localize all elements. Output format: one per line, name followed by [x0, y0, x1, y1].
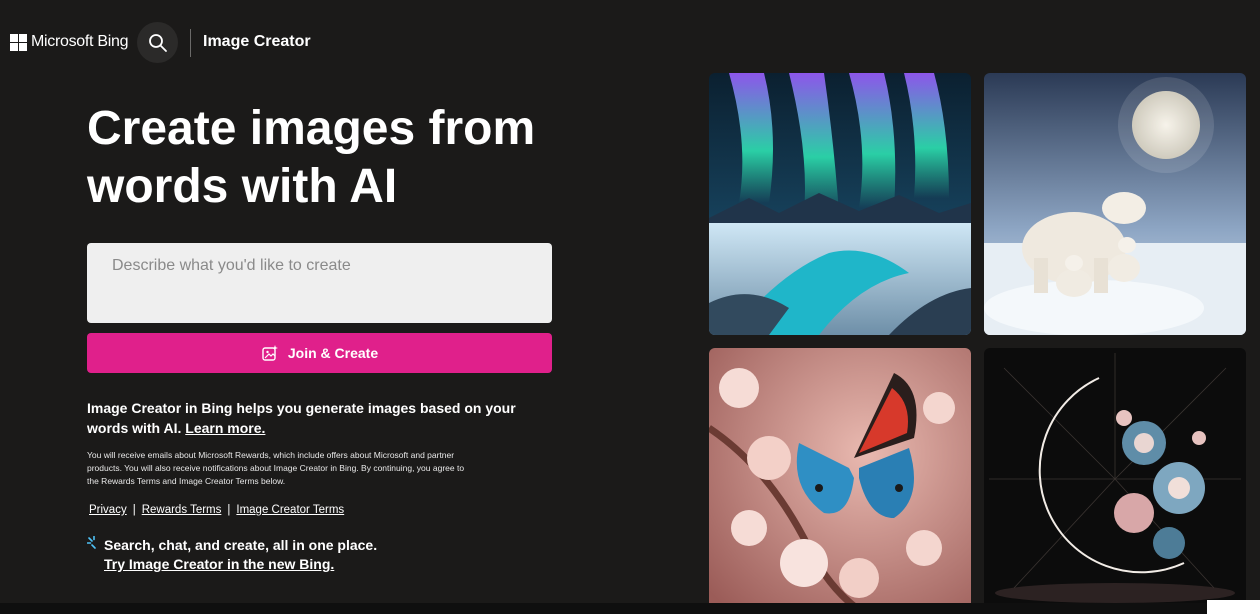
bottom-bar [0, 603, 1260, 614]
image-sparkle-icon [262, 345, 278, 361]
try-new-bing-link[interactable]: Try Image Creator in the new Bing. [104, 556, 334, 572]
hero-title: Create images from words with AI [87, 100, 607, 216]
sparkle-icon [87, 536, 96, 549]
prompt-input[interactable] [112, 257, 527, 309]
link-separator: | [227, 504, 231, 516]
prompt-box [87, 243, 552, 323]
join-button-label: Join & Create [287, 345, 379, 361]
rewards-terms-link[interactable]: Rewards Terms [142, 504, 222, 516]
info-description: Image Creator in Bing helps you generate… [87, 400, 516, 436]
gallery-image-butterfly[interactable] [709, 348, 971, 610]
windows-logo-icon [10, 33, 27, 51]
privacy-link[interactable]: Privacy [89, 504, 127, 516]
image-creator-terms-link[interactable]: Image Creator Terms [236, 504, 344, 516]
search-button[interactable] [137, 22, 178, 63]
link-separator: | [132, 504, 136, 516]
hero-title-line1: Create images from [87, 102, 536, 155]
learn-more-link[interactable]: Learn more. [185, 420, 265, 436]
brand-label: Microsoft Bing [31, 33, 129, 50]
join-and-create-button[interactable]: Join & Create [87, 333, 552, 373]
info-text: Image Creator in Bing helps you generate… [87, 398, 532, 438]
feedback-corner[interactable] [1207, 600, 1260, 614]
header-divider [190, 29, 191, 57]
promo-text: Search, chat, and create, all in one pla… [104, 537, 378, 553]
gallery-image-aurora[interactable] [709, 73, 971, 335]
legal-links: Privacy | Rewards Terms | Image Creator Term… [89, 504, 344, 516]
search-icon [148, 33, 167, 52]
product-title[interactable]: Image Creator [203, 33, 311, 51]
microsoft-bing-logo[interactable]: Microsoft Bing [10, 33, 128, 51]
gallery-image-polar-bears[interactable] [984, 73, 1246, 335]
hero-title-line2: words with AI [87, 160, 398, 213]
disclaimer-text: You will receive emails about Microsoft … [87, 450, 465, 486]
gallery-image-crescent-moon[interactable] [984, 348, 1246, 610]
